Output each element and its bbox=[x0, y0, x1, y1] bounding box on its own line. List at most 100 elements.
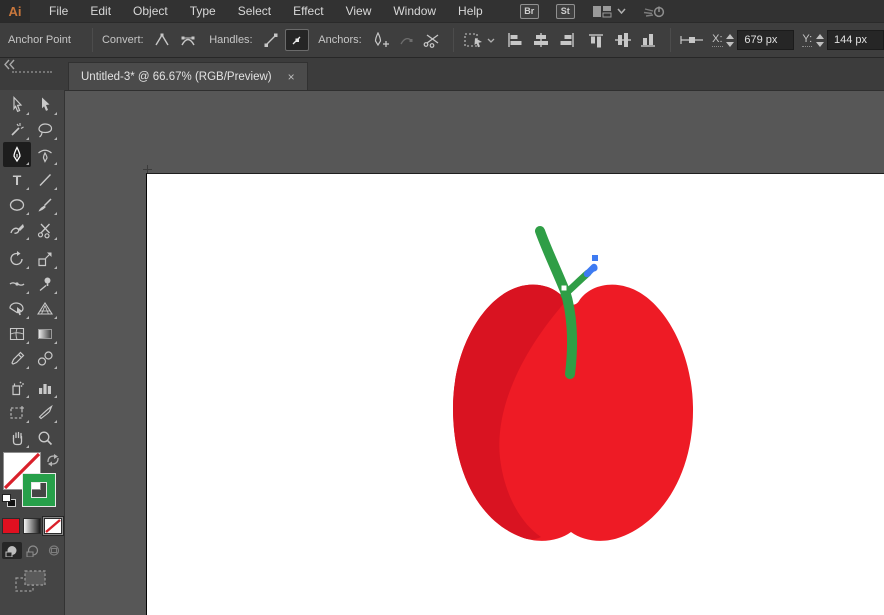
align-left-button[interactable] bbox=[503, 29, 527, 51]
menu-effect[interactable]: Effect bbox=[282, 0, 334, 22]
align-bottom-button[interactable] bbox=[637, 29, 661, 51]
menu-help[interactable]: Help bbox=[447, 0, 494, 22]
blend-icon bbox=[36, 350, 54, 368]
distribute-icon bbox=[680, 33, 704, 47]
anchor-point[interactable] bbox=[561, 285, 567, 291]
add-anchor-button[interactable] bbox=[368, 29, 392, 51]
align-center-button[interactable] bbox=[529, 29, 553, 51]
direct-selection-tool[interactable] bbox=[31, 92, 59, 117]
canvas-area[interactable] bbox=[65, 90, 884, 615]
blend-tool[interactable] bbox=[31, 346, 59, 371]
illustrator-window: Ai File Edit Object Type Select Effect V… bbox=[0, 0, 884, 615]
x-label[interactable]: X: bbox=[712, 33, 723, 47]
stock-button[interactable]: St bbox=[555, 3, 575, 19]
shaper-tool[interactable] bbox=[3, 217, 31, 242]
bridge-button[interactable]: Br bbox=[519, 3, 539, 19]
stem-branch-path[interactable] bbox=[560, 269, 592, 299]
pen-tool[interactable] bbox=[3, 142, 31, 167]
align-right-button[interactable] bbox=[555, 29, 579, 51]
screen-mode-button[interactable] bbox=[14, 568, 48, 594]
selection-tool[interactable] bbox=[3, 92, 31, 117]
type-tool[interactable]: T bbox=[3, 167, 31, 192]
x-input[interactable] bbox=[737, 30, 795, 50]
scale-tool[interactable] bbox=[31, 246, 59, 271]
workspace-switcher[interactable] bbox=[592, 5, 626, 18]
swap-fill-stroke-icon[interactable] bbox=[45, 452, 61, 467]
column-graph-tool[interactable] bbox=[31, 375, 59, 400]
draw-inside-button[interactable] bbox=[44, 542, 64, 559]
none-button[interactable] bbox=[43, 517, 63, 535]
stroke-swatch[interactable] bbox=[23, 474, 55, 506]
mesh-tool[interactable] bbox=[3, 321, 31, 346]
menu-view[interactable]: View bbox=[335, 0, 383, 22]
puppet-warp-tool[interactable] bbox=[31, 271, 59, 296]
gradient-icon bbox=[36, 325, 54, 343]
artboard[interactable] bbox=[146, 173, 884, 615]
eyedropper-icon bbox=[8, 350, 26, 368]
x-stepper[interactable] bbox=[725, 30, 735, 50]
curvature-tool[interactable] bbox=[31, 142, 59, 167]
symbol-sprayer-tool[interactable] bbox=[3, 375, 31, 400]
width-tool[interactable] bbox=[3, 271, 31, 296]
scissors-tool[interactable] bbox=[31, 217, 59, 242]
y-input[interactable] bbox=[827, 30, 884, 50]
cut-path-button[interactable] bbox=[420, 29, 444, 51]
separator bbox=[452, 28, 454, 52]
color-button[interactable] bbox=[2, 518, 20, 534]
artboard-tool[interactable] bbox=[3, 400, 31, 425]
lasso-icon bbox=[36, 121, 54, 139]
close-tab-icon[interactable]: × bbox=[288, 70, 295, 84]
app-logo: Ai bbox=[0, 0, 30, 22]
lasso-tool[interactable] bbox=[31, 117, 59, 142]
shape-builder-tool[interactable] bbox=[3, 296, 31, 321]
menu-object[interactable]: Object bbox=[122, 0, 179, 22]
transform-menu-button[interactable] bbox=[463, 31, 495, 49]
gradient-tool[interactable] bbox=[31, 321, 59, 346]
distribute-button[interactable] bbox=[680, 29, 704, 51]
scissors-icon bbox=[36, 221, 54, 239]
separator bbox=[91, 28, 93, 52]
selection-arrow-icon bbox=[8, 96, 26, 114]
apple-artwork[interactable] bbox=[147, 174, 884, 615]
magic-wand-icon bbox=[8, 121, 26, 139]
hide-handles-button[interactable] bbox=[284, 29, 309, 51]
draw-behind-button[interactable] bbox=[23, 542, 43, 559]
handles-label: Handles: bbox=[209, 34, 253, 46]
control-bar: Anchor Point Convert: Handles: Anchors: … bbox=[0, 22, 884, 58]
menu-edit[interactable]: Edit bbox=[79, 0, 122, 22]
perspective-grid-tool[interactable] bbox=[31, 296, 59, 321]
convert-to-smooth-button[interactable] bbox=[176, 29, 200, 51]
zoom-tool[interactable] bbox=[31, 425, 59, 450]
menu-type[interactable]: Type bbox=[179, 0, 227, 22]
default-fill-stroke-button[interactable] bbox=[2, 494, 18, 508]
panel-drag-grip[interactable] bbox=[12, 71, 52, 73]
menu-window[interactable]: Window bbox=[382, 0, 447, 22]
selected-anchor-point[interactable] bbox=[590, 264, 598, 272]
y-label[interactable]: Y: bbox=[802, 33, 813, 47]
horizontal-align-buttons bbox=[503, 29, 579, 51]
hand-tool[interactable] bbox=[3, 425, 31, 450]
document-tab[interactable]: Untitled-3* @ 66.67% (RGB/Preview) × bbox=[68, 62, 308, 90]
draw-behind-icon bbox=[26, 545, 39, 557]
remove-anchor-button[interactable] bbox=[394, 29, 418, 51]
anchors-label: Anchors: bbox=[318, 34, 362, 46]
y-stepper[interactable] bbox=[815, 30, 824, 50]
show-handles-button[interactable] bbox=[259, 29, 283, 51]
handle-square[interactable] bbox=[592, 255, 598, 261]
feather-power-icon[interactable] bbox=[643, 3, 667, 19]
rotate-tool[interactable] bbox=[3, 246, 31, 271]
align-middle-button[interactable] bbox=[611, 29, 635, 51]
convert-to-corner-button[interactable] bbox=[150, 29, 174, 51]
eyedropper-tool[interactable] bbox=[3, 346, 31, 371]
gradient-button[interactable] bbox=[23, 518, 41, 534]
slice-tool[interactable] bbox=[31, 400, 59, 425]
paintbrush-tool[interactable] bbox=[31, 192, 59, 217]
collapse-panel-icon[interactable] bbox=[2, 59, 16, 70]
draw-normal-button[interactable] bbox=[2, 542, 22, 559]
ellipse-tool[interactable] bbox=[3, 192, 31, 217]
align-top-button[interactable] bbox=[585, 29, 609, 51]
menu-select[interactable]: Select bbox=[227, 0, 282, 22]
menu-file[interactable]: File bbox=[38, 0, 79, 22]
line-segment-tool[interactable] bbox=[31, 167, 59, 192]
magic-wand-tool[interactable] bbox=[3, 117, 31, 142]
